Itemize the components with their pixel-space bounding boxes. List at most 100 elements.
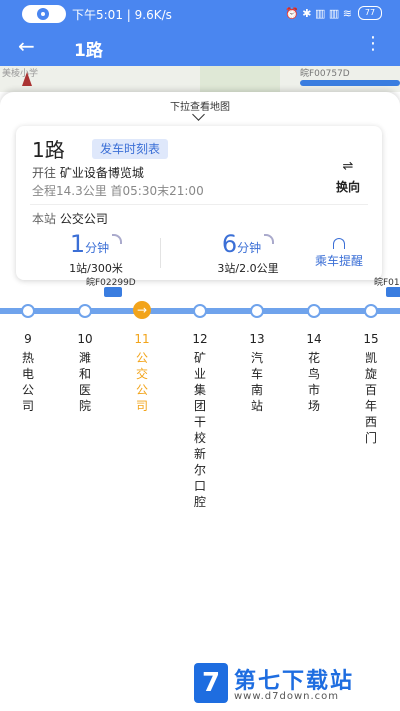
stop-name-char: 南 bbox=[250, 383, 263, 397]
realtime-signal-icon bbox=[264, 234, 275, 244]
current-stop-label: 本站 公交公司 bbox=[32, 210, 108, 227]
eta-detail: 1站/300米 bbox=[69, 262, 123, 275]
watermark: 7 第七下载站 www.d7down.com bbox=[194, 663, 394, 707]
current-stop-name: 公交公司 bbox=[59, 212, 108, 226]
route-strip[interactable]: 皖F02299D 皖F01 9 热电公司 10 濉和医院 → 11 公交公司 12 矿业集团干校… bbox=[0, 276, 400, 696]
stop-dot[interactable] bbox=[21, 304, 35, 318]
stop-name-char: 和 bbox=[78, 367, 91, 381]
stop-name-char: 花 bbox=[307, 351, 320, 365]
stop-name-char: 校 bbox=[193, 431, 206, 445]
eta-next-bus: 1分钟 1站/300米 bbox=[36, 230, 156, 276]
divider bbox=[30, 204, 368, 205]
app-bar: ← 1路 ⋮ bbox=[0, 28, 400, 66]
stop-name-char: 医 bbox=[78, 383, 91, 397]
watermark-logo: 7 bbox=[194, 663, 228, 703]
stop-dot[interactable] bbox=[78, 304, 92, 318]
stop-name-char: 矿 bbox=[193, 351, 206, 365]
stop-number: 15 bbox=[363, 332, 379, 346]
stop-name-char: 汽 bbox=[250, 351, 263, 365]
realtime-signal-icon bbox=[112, 234, 123, 244]
stop-number: 11 bbox=[134, 332, 150, 346]
stop-name-char: 场 bbox=[307, 399, 320, 413]
route-stop[interactable]: 14 花鸟市场 bbox=[302, 332, 326, 414]
stop-name-char: 腔 bbox=[193, 495, 206, 509]
location-indicator bbox=[22, 5, 66, 23]
swap-label: 换向 bbox=[335, 180, 360, 194]
line-info-card: 1路 发车时刻表 开往 矿业设备博览城 全程14.3公里 首05:30末21:0… bbox=[16, 126, 382, 280]
eta-unit: 分钟 bbox=[237, 241, 262, 255]
more-options-icon[interactable]: ⋮ bbox=[364, 35, 382, 53]
stop-name-char: 尔 bbox=[193, 463, 206, 477]
route-stop[interactable]: 10 濉和医院 bbox=[73, 332, 97, 414]
stop-name-char: 团 bbox=[193, 399, 206, 413]
stop-name-char: 市 bbox=[307, 383, 320, 397]
page-title: 1路 bbox=[74, 41, 103, 61]
schedule-button[interactable]: 发车时刻表 bbox=[92, 139, 169, 159]
eta-separator bbox=[160, 238, 161, 268]
swap-icon: ⇌ bbox=[342, 159, 354, 174]
back-arrow-icon[interactable]: ← bbox=[18, 34, 35, 58]
stop-name-char: 站 bbox=[250, 399, 263, 413]
status-time-speed: 下午5:01 | 9.6K/s bbox=[72, 8, 172, 22]
route-stop[interactable]: 11 公交公司 bbox=[130, 332, 154, 414]
stop-name-char: 门 bbox=[364, 431, 377, 445]
stop-name-char: 濉 bbox=[78, 351, 91, 365]
stop-number: 10 bbox=[77, 332, 93, 346]
status-icons: ⏰ ✱ ▥ ▥ ≋ 77 bbox=[285, 6, 382, 20]
status-signal-icons: ⏰ ✱ ▥ ▥ ≋ bbox=[285, 6, 352, 20]
map-label-school: 美棱小学 bbox=[2, 69, 39, 79]
reminder-label: 乘车提醒 bbox=[314, 254, 363, 268]
stop-number: 13 bbox=[249, 332, 265, 346]
stop-name-char: 电 bbox=[21, 367, 34, 381]
stop-number: 9 bbox=[24, 332, 32, 346]
bus-icon[interactable] bbox=[386, 287, 400, 297]
bottom-sheet: 下拉查看地图 1路 发车时刻表 开往 矿业设备博览城 全程14.3公里 首05:… bbox=[0, 92, 400, 711]
line-name: 1路 bbox=[32, 138, 65, 162]
stop-dot[interactable] bbox=[193, 304, 207, 318]
stop-name-char: 交 bbox=[135, 367, 148, 381]
route-stop[interactable]: 12 矿业集团干校新尔口腔 bbox=[188, 332, 212, 510]
route-stop[interactable]: 15 凯旋百年西门 bbox=[359, 332, 383, 446]
stop-number: 14 bbox=[306, 332, 322, 346]
boarding-reminder-button[interactable]: 乘车提醒 bbox=[304, 238, 374, 269]
stop-name-char: 凯 bbox=[364, 351, 377, 365]
location-icon bbox=[37, 8, 49, 20]
swap-direction-button[interactable]: ⇌ 换向 bbox=[328, 160, 368, 195]
eta-minutes: 6 bbox=[221, 230, 238, 258]
current-stop-arrow-icon[interactable]: → bbox=[133, 301, 151, 319]
route-stop[interactable]: 9 热电公司 bbox=[16, 332, 40, 414]
stop-name-char: 院 bbox=[78, 399, 91, 413]
stop-dot[interactable] bbox=[307, 304, 321, 318]
stop-name-char: 司 bbox=[21, 399, 34, 413]
stop-name-char: 百 bbox=[364, 383, 377, 397]
stop-number: 12 bbox=[192, 332, 208, 346]
status-bar: 下午5:01 | 9.6K/s ⏰ ✱ ▥ ▥ ≋ 77 bbox=[0, 0, 400, 28]
stop-name-char: 公 bbox=[21, 383, 34, 397]
direction-prefix: 开往 bbox=[32, 166, 57, 180]
stop-name-char: 新 bbox=[193, 447, 206, 461]
stop-name-char: 集 bbox=[193, 383, 206, 397]
battery-icon: 77 bbox=[358, 6, 382, 20]
bus-icon[interactable] bbox=[104, 287, 122, 297]
stop-dot[interactable] bbox=[250, 304, 264, 318]
eta-unit: 分钟 bbox=[85, 241, 110, 255]
stop-name-char: 车 bbox=[250, 367, 263, 381]
stop-name-char: 热 bbox=[21, 351, 34, 365]
stop-name-char: 业 bbox=[193, 367, 206, 381]
bell-icon bbox=[333, 238, 345, 249]
direction-label: 开往 矿业设备博览城 bbox=[32, 164, 144, 181]
stop-name-char: 干 bbox=[193, 415, 206, 429]
map-bus-icon bbox=[300, 80, 400, 86]
map-road bbox=[200, 66, 280, 92]
map-view[interactable]: 美棱小学 皖F00757D bbox=[0, 66, 400, 92]
stop-dot[interactable] bbox=[364, 304, 378, 318]
stop-name-char: 西 bbox=[364, 415, 377, 429]
map-label-bus: 皖F00757D bbox=[300, 69, 350, 79]
stop-name-char: 司 bbox=[135, 399, 148, 413]
route-stop[interactable]: 13 汽车南站 bbox=[245, 332, 269, 414]
map-pin-icon bbox=[22, 72, 32, 86]
stop-name-char: 鸟 bbox=[307, 367, 320, 381]
stop-name-char: 公 bbox=[135, 383, 148, 397]
direction-destination: 矿业设备博览城 bbox=[59, 166, 144, 180]
eta-detail: 3站/2.0公里 bbox=[217, 262, 279, 275]
